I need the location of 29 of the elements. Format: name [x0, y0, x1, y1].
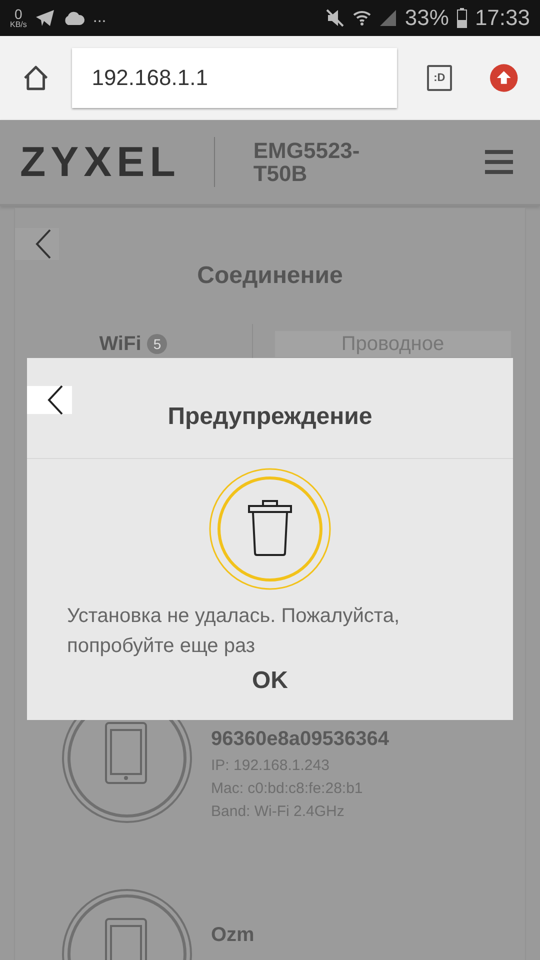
- tabs-button[interactable]: :D: [426, 65, 452, 91]
- upload-icon[interactable]: [490, 64, 518, 92]
- clock: 17:33: [474, 5, 530, 31]
- address-field[interactable]: 192.168.1.1: [72, 48, 397, 108]
- wifi-icon: [352, 9, 371, 27]
- ok-button[interactable]: OK: [248, 667, 292, 695]
- page-title: Соединение: [196, 262, 344, 290]
- count-badge: 5: [147, 334, 168, 354]
- device-name: Ozm: [211, 924, 254, 947]
- back-icon: [47, 385, 63, 415]
- paper-plane-icon: [34, 9, 55, 27]
- home-icon[interactable]: [22, 64, 50, 92]
- back-icon: [35, 229, 51, 259]
- dialog-title: Предупреждение: [168, 403, 372, 431]
- mute-icon: [324, 9, 345, 27]
- model-name: EMG5523-T50B: [253, 138, 361, 186]
- cloud-icon: [62, 11, 85, 25]
- trash-icon: [208, 467, 332, 591]
- signal-icon: [378, 9, 397, 27]
- menu-icon[interactable]: [484, 149, 514, 175]
- logo: ZYXEL: [20, 138, 180, 186]
- back-button[interactable]: [27, 386, 72, 414]
- device-name: 96360e8a09536364: [211, 728, 389, 751]
- battery-percent: 33%: [404, 5, 449, 31]
- network-speed-unit: KB/s: [10, 21, 27, 29]
- dialog-message: Установка не удалась. Пожалуйста, попробуйте еще раз: [66, 604, 400, 659]
- battery-icon: [456, 8, 467, 28]
- network-speed-value: 0: [14, 7, 22, 21]
- more-notifications: ...: [92, 9, 106, 27]
